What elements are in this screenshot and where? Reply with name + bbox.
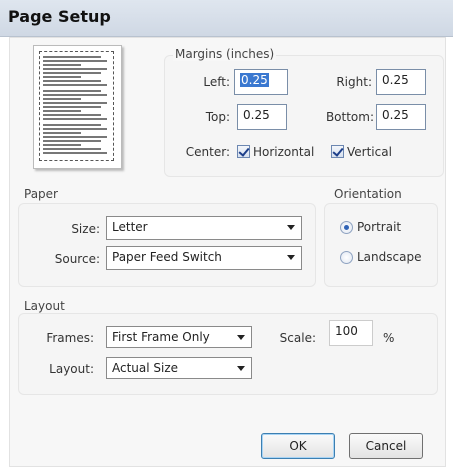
portrait-radio[interactable] [340,221,353,234]
top-margin-value: 0.25 [243,108,270,122]
scale-input[interactable]: 100 [329,320,373,346]
chevron-down-icon [287,225,295,230]
size-value: Letter [112,220,148,234]
size-dropdown[interactable]: Letter [106,216,302,240]
preview-text-line [43,140,101,142]
chevron-down-icon [237,335,245,340]
frames-dropdown[interactable]: First Frame Only [106,326,252,348]
landscape-radio[interactable] [340,251,353,264]
orientation-group-label: Orientation [334,187,402,201]
right-margin-input[interactable]: 0.25 [376,69,426,95]
landscape-label[interactable]: Landscape [357,250,421,264]
bottom-margin-input[interactable]: 0.25 [376,104,426,130]
scale-value: 100 [335,324,358,338]
page-setup-dialog: Page Setup Margins (inches) Left: 0.25 R… [0,0,453,474]
layout-dropdown[interactable]: Actual Size [106,357,252,379]
preview-text-line [43,84,107,86]
preview-text-line [43,94,107,96]
chevron-down-icon [287,255,295,260]
left-margin-label: Left: [203,75,230,89]
preview-printable-area [39,51,114,161]
preview-text-line [43,102,107,104]
preview-text-line [43,148,101,150]
scale-unit: % [383,331,395,345]
portrait-label[interactable]: Portrait [357,220,401,234]
scale-label: Scale: [279,331,316,345]
preview-text-line [43,132,81,134]
dialog-title: Page Setup [8,7,111,26]
check-icon [238,145,250,157]
preview-text-line [43,152,107,154]
preview-text-line [43,124,101,126]
preview-text-line [43,80,101,82]
preview-text-line [43,98,81,100]
left-margin-value: 0.25 [240,73,269,87]
preview-text-line [43,110,81,112]
top-margin-label: Top: [205,110,230,124]
left-margin-input[interactable]: 0.25 [234,69,288,95]
preview-text-line [43,60,107,62]
frames-value: First Frame Only [112,330,210,344]
source-dropdown[interactable]: Paper Feed Switch [106,246,302,270]
preview-text-line [43,114,101,116]
preview-text-line [43,118,107,120]
right-margin-value: 0.25 [382,73,409,87]
preview-text-line [43,56,101,58]
preview-text-line [43,76,81,78]
preview-text-line [43,72,101,74]
center-label: Center: [185,145,230,159]
preview-text-line [43,106,101,108]
layout-group-label: Layout [24,299,65,313]
layout-label: Layout: [49,362,94,376]
title-bar[interactable]: Page Setup [0,0,453,37]
bottom-margin-value: 0.25 [382,108,409,122]
check-icon [332,145,344,157]
horizontal-checkbox[interactable] [237,145,250,158]
source-label: Source: [54,252,100,266]
preview-text-line [43,136,107,138]
vertical-label[interactable]: Vertical [347,145,392,159]
margins-group-label: Margins (inches) [173,47,277,61]
cancel-button[interactable]: Cancel [349,433,423,459]
preview-text-line [43,128,107,130]
horizontal-label[interactable]: Horizontal [253,145,314,159]
orientation-group [324,203,438,287]
frames-label: Frames: [46,331,94,345]
size-label: Size: [71,222,100,236]
vertical-checkbox[interactable] [331,145,344,158]
source-value: Paper Feed Switch [112,250,222,264]
bottom-margin-label: Bottom: [325,110,374,124]
preview-text-line [43,90,101,92]
right-margin-label: Right: [336,75,372,89]
layout-value: Actual Size [112,361,179,375]
preview-text-line [43,144,81,146]
ok-button[interactable]: OK [261,433,335,459]
chevron-down-icon [237,366,245,371]
preview-text-line [43,68,107,70]
radio-selected-dot [344,225,349,230]
preview-text-line [43,64,81,66]
paper-group-label: Paper [24,187,58,201]
top-margin-input[interactable]: 0.25 [237,104,287,130]
page-preview [33,45,122,169]
